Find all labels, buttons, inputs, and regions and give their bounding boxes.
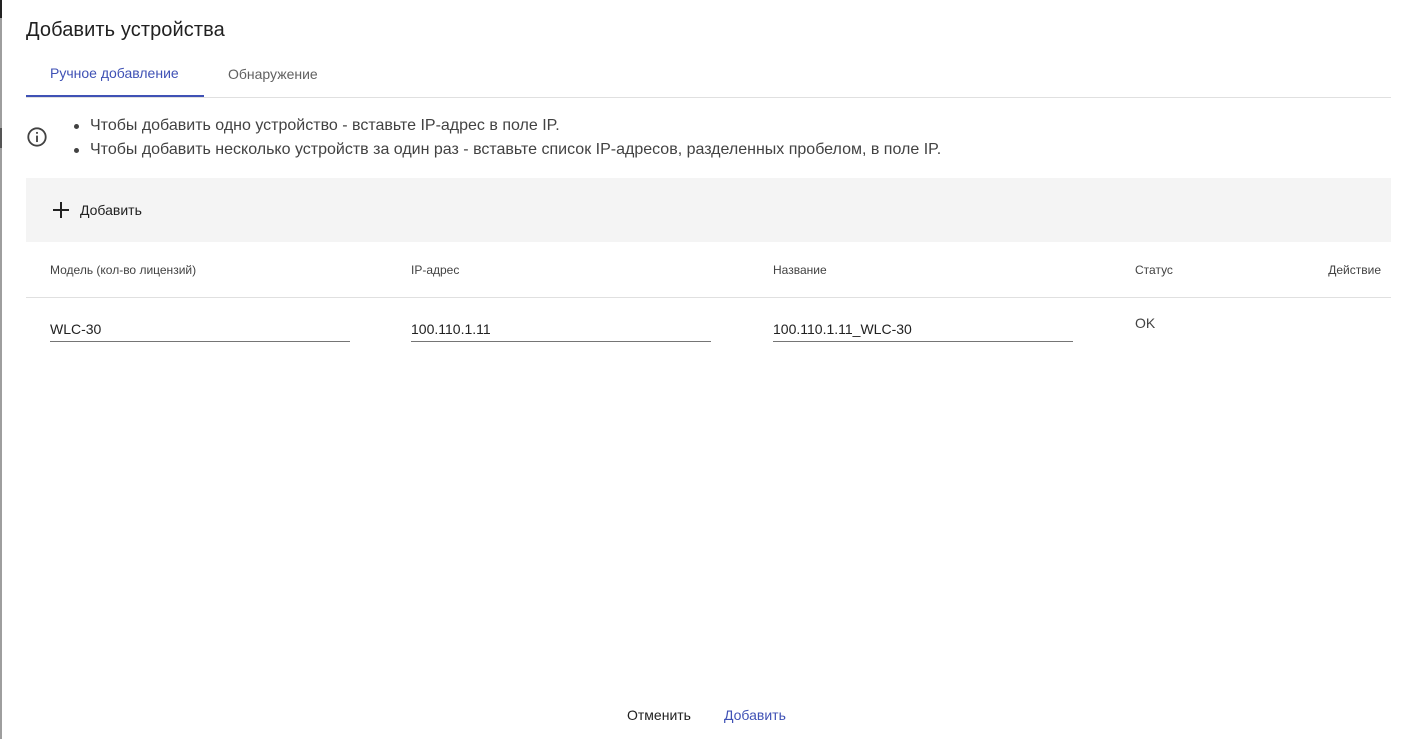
tab-label: Ручное добавление xyxy=(50,64,179,81)
dialog-title: Добавить устройства xyxy=(26,19,225,41)
info-block: Чтобы добавить одно устройство - вставьт… xyxy=(26,114,1391,164)
table-row: OK xyxy=(26,298,1391,358)
tab-bar: Ручное добавление Обнаружение xyxy=(26,50,1391,98)
column-header-action: Действие xyxy=(1328,263,1381,277)
plus-icon xyxy=(53,202,69,218)
column-header-status: Статус xyxy=(1135,263,1173,277)
add-device-row-button[interactable]: Добавить xyxy=(52,194,142,226)
confirm-add-button[interactable]: Добавить xyxy=(716,700,794,730)
tab-label: Обнаружение xyxy=(228,65,318,82)
column-header-name: Название xyxy=(773,263,827,277)
column-header-model: Модель (кол-во лицензий) xyxy=(50,263,197,277)
device-name-field[interactable] xyxy=(773,316,1073,342)
cancel-button[interactable]: Отменить xyxy=(619,700,699,730)
info-line: Чтобы добавить одно устройство - вставьт… xyxy=(66,114,941,138)
column-header-ip: IP-адрес xyxy=(411,263,460,277)
add-button-label: Добавить xyxy=(80,202,142,218)
tab-manual-add[interactable]: Ручное добавление xyxy=(26,50,204,97)
status-value: OK xyxy=(1135,315,1156,331)
dialog-actions: Отменить Добавить xyxy=(2,700,1407,730)
table-toolbar: Добавить xyxy=(26,178,1391,242)
info-list: Чтобы добавить одно устройство - вставьт… xyxy=(66,114,941,162)
tab-discovery[interactable]: Обнаружение xyxy=(204,50,342,97)
add-devices-dialog: Добавить устройства Ручное добавление Об… xyxy=(2,0,1407,739)
info-line: Чтобы добавить несколько устройств за од… xyxy=(66,138,941,162)
table-header: Модель (кол-во лицензий) IP-адрес Назван… xyxy=(26,242,1391,298)
info-icon xyxy=(27,127,47,147)
ip-address-field[interactable] xyxy=(411,316,711,342)
model-field[interactable] xyxy=(50,316,350,342)
